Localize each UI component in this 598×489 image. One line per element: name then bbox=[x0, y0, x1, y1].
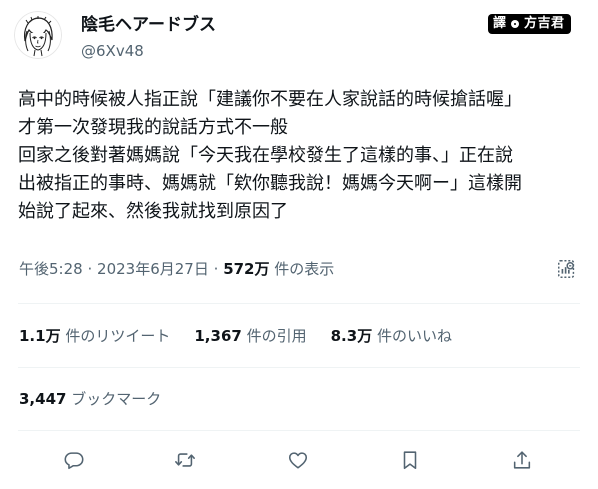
bookmark-button[interactable] bbox=[397, 447, 423, 473]
tweet-time[interactable]: 午後5:28 bbox=[19, 260, 83, 278]
engagement-stats: 1.1万 件のリツイート 1,367 件の引用 8.3万 件のいいね bbox=[19, 326, 476, 346]
likes-label: 件のいいね bbox=[376, 327, 452, 345]
share-button[interactable] bbox=[509, 447, 535, 473]
divider bbox=[18, 430, 580, 431]
divider bbox=[18, 303, 580, 304]
tweet-text-line: 高中的時候被人指正說「建議你不要在人家說話的時候搶話喔」 bbox=[18, 89, 522, 110]
analytics-icon[interactable] bbox=[556, 258, 578, 280]
bookmarks-stat[interactable]: 3,447 ブックマーク bbox=[19, 389, 161, 409]
translator-watermark: 譯 方吉君 bbox=[488, 14, 571, 34]
bookmarks-count: 3,447 bbox=[19, 390, 67, 408]
views-count: 572万 bbox=[223, 260, 270, 278]
watermark-text: 方吉君 bbox=[522, 15, 567, 33]
display-name[interactable]: 陰毛ヘアードブス bbox=[81, 14, 216, 36]
divider bbox=[18, 367, 580, 368]
watermark-icon: 譯 bbox=[493, 16, 507, 31]
bookmark-icon bbox=[403, 451, 417, 470]
tweet-date[interactable]: 2023年6月27日 bbox=[97, 260, 209, 278]
likes-count: 8.3万 bbox=[330, 327, 373, 345]
heart-icon bbox=[288, 452, 308, 469]
quotes-count: 1,367 bbox=[194, 327, 242, 345]
retweets-stat[interactable]: 1.1万 件のリツイート bbox=[19, 326, 170, 346]
tweet-text-line: 才第一次發現我的說話方式不一般 bbox=[18, 117, 288, 138]
retweets-count: 1.1万 bbox=[19, 327, 61, 345]
tweet-text: 高中的時候被人指正說「建議你不要在人家說話的時候搶話喔」 才第一次發現我的說話方… bbox=[18, 86, 590, 226]
tweet-text-line: 始說了起來、然後我就找到原因了 bbox=[18, 201, 288, 222]
avatar[interactable] bbox=[14, 11, 62, 59]
tweet-text-line: 回家之後對著媽媽說「今天我在學校發生了這樣的事、」正在說 bbox=[18, 145, 513, 166]
retweets-label: 件のリツイート bbox=[65, 327, 171, 345]
reply-button[interactable] bbox=[61, 447, 87, 473]
meta-separator: · bbox=[213, 260, 219, 278]
like-button[interactable] bbox=[285, 447, 311, 473]
retweet-button[interactable] bbox=[172, 447, 198, 473]
views-label: 件の表示 bbox=[274, 260, 335, 278]
retweet-icon bbox=[175, 453, 195, 467]
quotes-stat[interactable]: 1,367 件の引用 bbox=[194, 326, 306, 346]
meta-separator: · bbox=[87, 260, 93, 278]
tweet-meta: 午後5:28 · 2023年6月27日 · 572万 件の表示 bbox=[19, 259, 334, 279]
watermark-dot bbox=[511, 20, 520, 28]
bookmarks-label: ブックマーク bbox=[71, 390, 162, 408]
tweet-text-line: 出被指正的事時、媽媽就「欸你聽我說！媽媽今天啊ー」這樣開 bbox=[18, 173, 522, 194]
likes-stat[interactable]: 8.3万 件のいいね bbox=[331, 326, 452, 346]
quotes-label: 件の引用 bbox=[246, 327, 307, 345]
reply-icon bbox=[64, 452, 84, 470]
user-handle[interactable]: @6Xv48 bbox=[81, 41, 144, 61]
share-icon bbox=[513, 451, 531, 469]
avatar-illustration bbox=[14, 11, 62, 59]
tweet-detail: 陰毛ヘアードブス @6Xv48 譯 方吉君 高中的時候被人指正說「建議你不要在人… bbox=[0, 0, 598, 489]
